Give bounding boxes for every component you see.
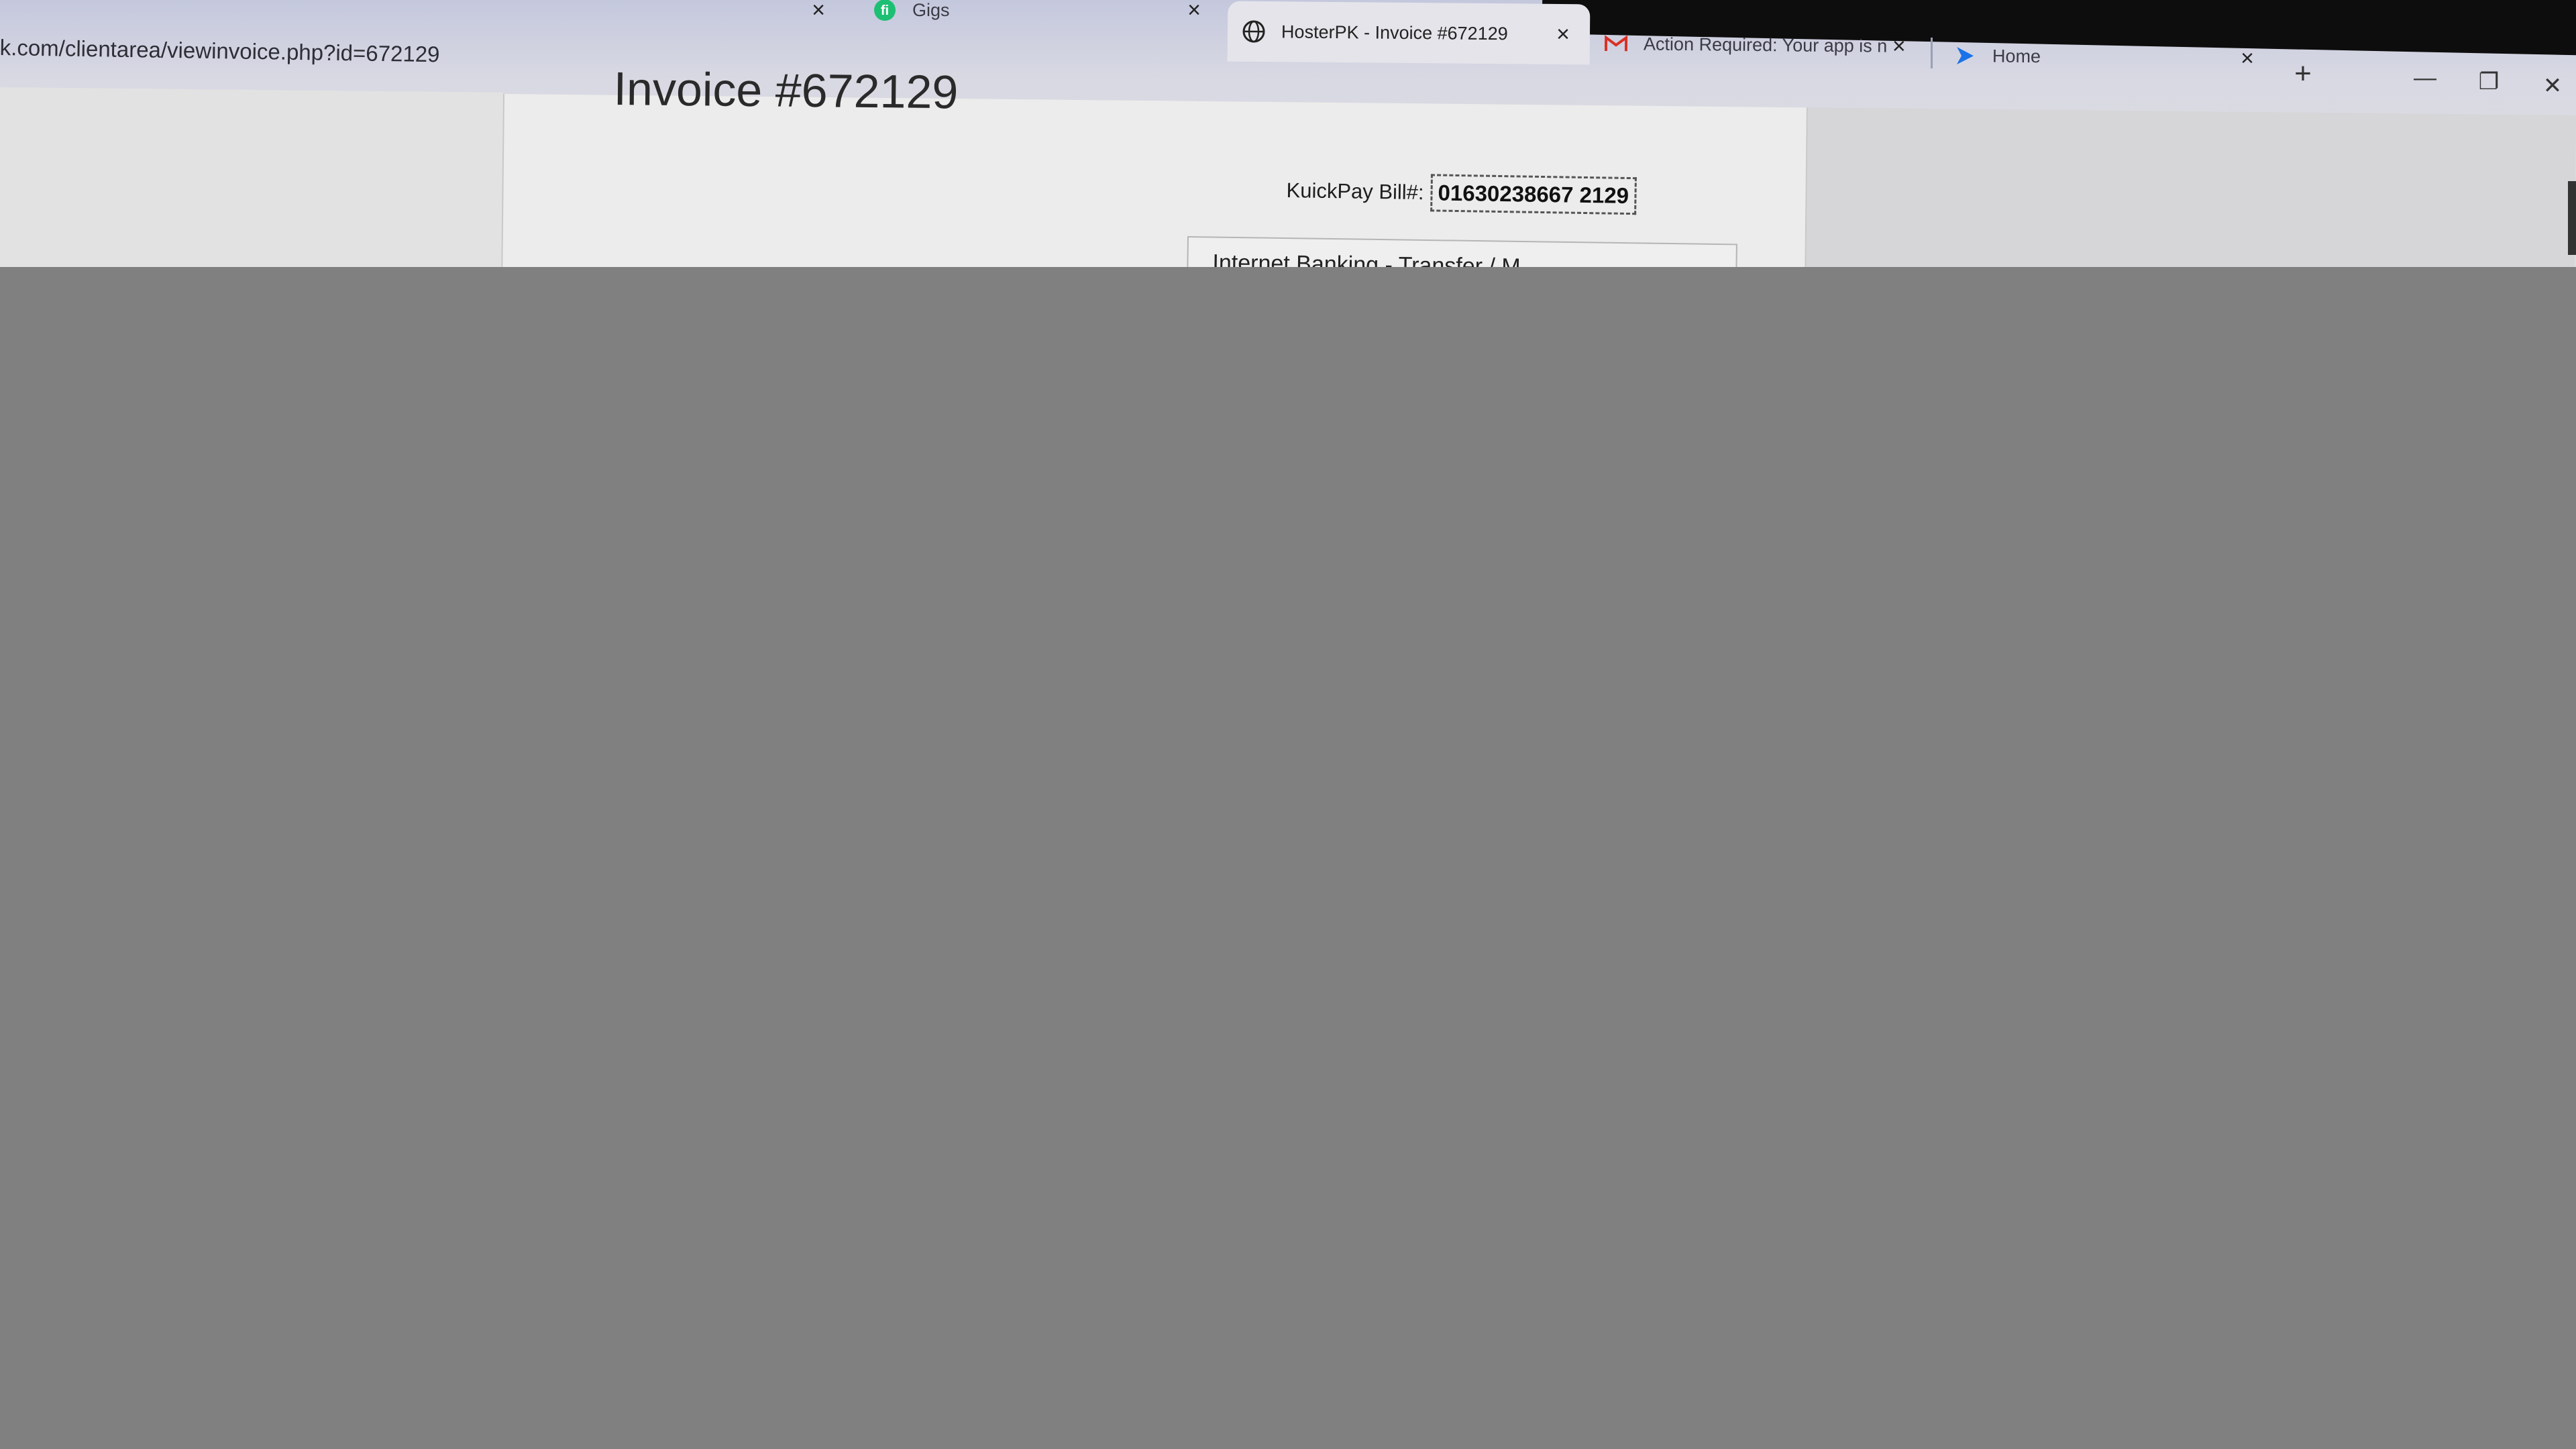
kuickpay-row: KuickPay Bill#: 01630238667 2129 [1286, 172, 1637, 215]
tab-title: Action Required: Your app is nc [1643, 34, 1886, 56]
page-left-gutter [0, 87, 503, 268]
new-tab-button[interactable]: + [2284, 55, 2322, 93]
close-icon[interactable]: × [805, 0, 832, 23]
close-window-button[interactable]: ✕ [2532, 70, 2573, 102]
page-right-area [1806, 107, 2576, 268]
tab-home[interactable]: Home × [1939, 25, 2275, 89]
occluded-region [0, 267, 2576, 1449]
invoice-title: Invoice #672129 [613, 62, 959, 119]
tab-separator [1931, 38, 1933, 68]
fiverr-icon: fi [873, 0, 896, 21]
tab-title: HosterPK - Invoice #672129 [1281, 21, 1508, 44]
tab-title: Gigs [912, 0, 950, 20]
close-icon[interactable]: × [1181, 0, 1208, 23]
tab-partial[interactable]: × [470, 0, 845, 40]
payment-instructions-title: Internet Banking - Transfer / M [1212, 250, 1521, 268]
close-icon[interactable]: × [2234, 45, 2261, 72]
close-icon[interactable]: × [1550, 21, 1576, 48]
tab-gmail[interactable]: Action Required: Your app is nc × [1590, 13, 1926, 76]
kuickpay-bill-number[interactable]: 01630238667 2129 [1430, 174, 1637, 215]
screen: × fi Gigs × HosterPK - Invoice #672129 × [0, 0, 2576, 1449]
gmail-icon [1604, 32, 1628, 55]
globe-icon [1242, 20, 1265, 43]
tab-title: Home [1992, 46, 2041, 66]
tab-hosterpk-invoice[interactable]: HosterPK - Invoice #672129 × [1227, 1, 1591, 65]
svg-text:fi: fi [881, 3, 889, 18]
browser-chrome: × fi Gigs × HosterPK - Invoice #672129 × [0, 0, 2576, 268]
restore-button[interactable]: ❐ [2469, 66, 2509, 98]
kuickpay-label: KuickPay Bill#: [1286, 178, 1424, 205]
play-icon [1953, 44, 1976, 67]
scrollbar[interactable] [2568, 181, 2576, 255]
close-icon[interactable]: × [1886, 33, 1912, 60]
minimize-button[interactable]: — [2405, 62, 2445, 94]
tab-strip: × fi Gigs × HosterPK - Invoice #672129 × [0, 0, 2576, 80]
tab-gigs[interactable]: fi Gigs × [859, 0, 1221, 40]
